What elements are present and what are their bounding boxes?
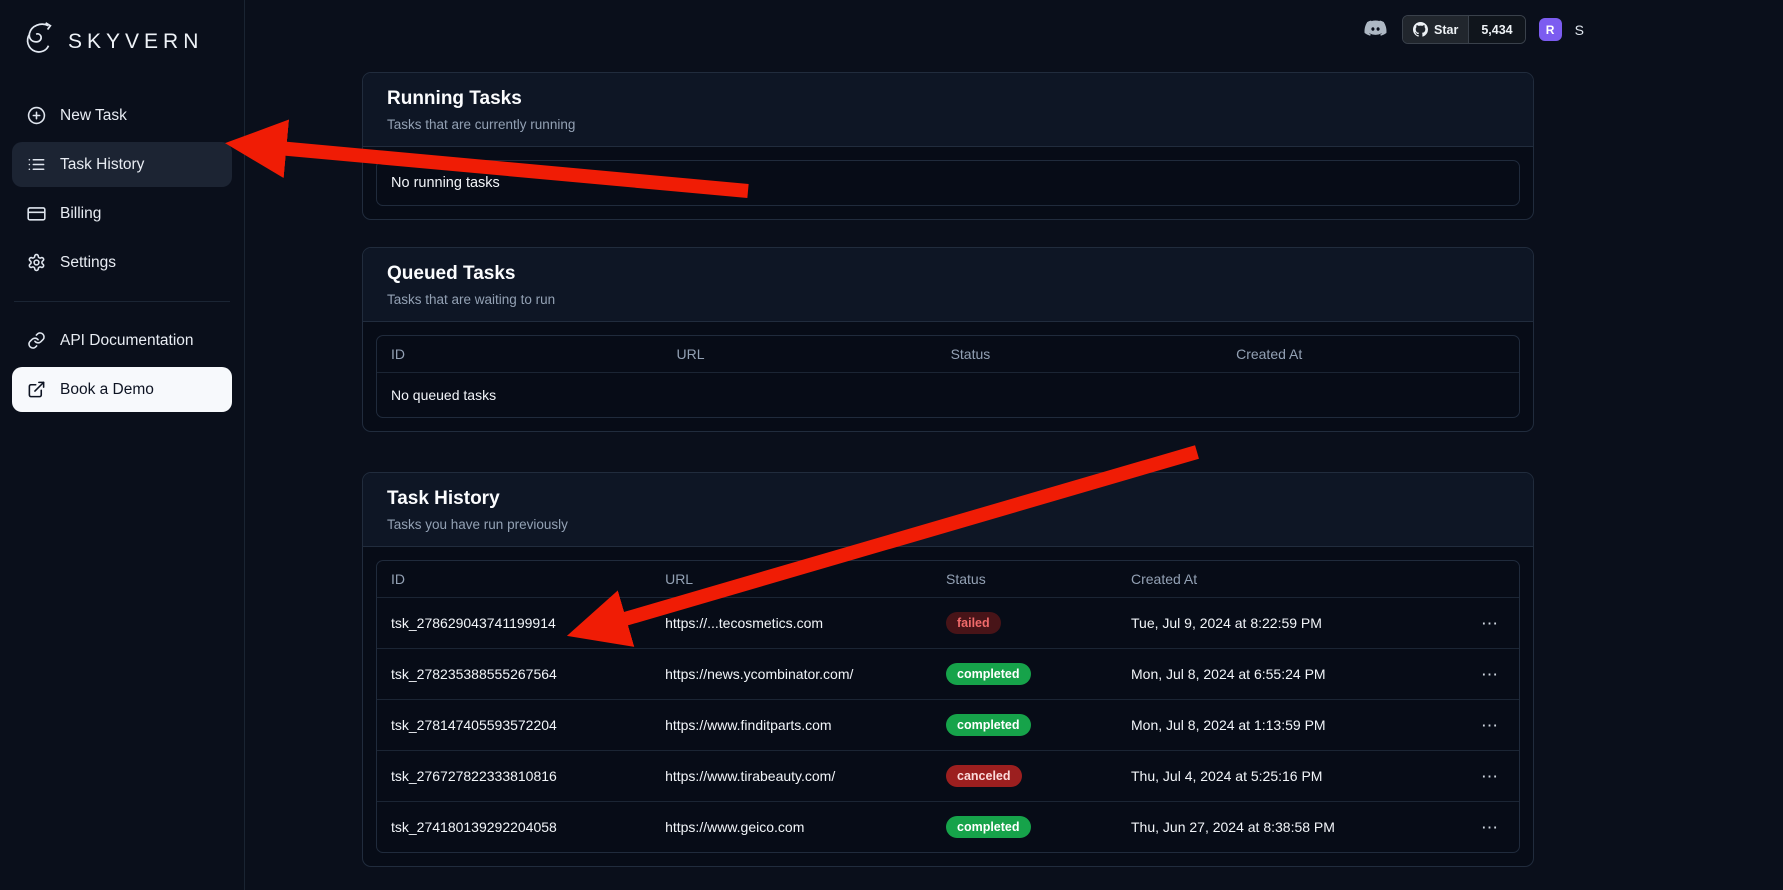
task-created-at: Mon, Jul 8, 2024 at 6:55:24 PM [1117, 649, 1450, 700]
queued-tasks-table: ID URL Status Created At No queued tasks [377, 336, 1519, 417]
task-history-card: Task History Tasks you have run previous… [362, 472, 1534, 867]
row-menu-button[interactable]: ⋯ [1481, 615, 1499, 632]
status-badge: canceled [946, 765, 1022, 787]
task-id: tsk_278235388555267564 [377, 649, 651, 700]
task-row[interactable]: tsk_274180139292204058 https://www.geico… [377, 802, 1519, 853]
avatar[interactable]: R [1539, 18, 1562, 41]
skyvern-logo-icon [20, 20, 58, 63]
github-star-button[interactable]: Star 5,434 [1402, 15, 1526, 44]
list-icon [27, 155, 46, 174]
running-tasks-content: No running tasks [363, 147, 1533, 219]
book-a-demo-label: Book a Demo [60, 381, 154, 399]
sidebar-item-label: Settings [60, 254, 116, 272]
task-url: https://www.geico.com [651, 802, 932, 853]
task-id: tsk_276727822333810816 [377, 751, 651, 802]
sidebar-item-label: New Task [60, 107, 127, 125]
credit-card-icon [27, 204, 46, 223]
brand-name: SKYVERN [68, 30, 203, 54]
row-menu-button[interactable]: ⋯ [1481, 666, 1499, 683]
queued-tasks-content: ID URL Status Created At No queued tasks [363, 322, 1533, 431]
task-url: https://...tecosmetics.com [651, 598, 932, 649]
task-history-header: Task History Tasks you have run previous… [363, 473, 1533, 547]
column-header-url: URL [651, 561, 932, 598]
external-link-icon [27, 380, 46, 399]
gear-icon [27, 253, 46, 272]
task-created-at: Thu, Jun 27, 2024 at 8:38:58 PM [1117, 802, 1450, 853]
task-url: https://www.finditparts.com [651, 700, 932, 751]
column-header-id: ID [377, 561, 651, 598]
queued-tasks-empty-state: No queued tasks [377, 373, 1519, 418]
status-badge: completed [946, 816, 1031, 838]
task-id: tsk_278147405593572204 [377, 700, 651, 751]
task-row[interactable]: tsk_278147405593572204 https://www.findi… [377, 700, 1519, 751]
link-icon [27, 331, 46, 350]
github-star-count: 5,434 [1468, 16, 1524, 43]
task-row[interactable]: tsk_278629043741199914 https://...tecosm… [377, 598, 1519, 649]
column-header-id: ID [377, 336, 663, 373]
running-tasks-subtitle: Tasks that are currently running [387, 117, 1509, 132]
status-badge: completed [946, 663, 1031, 685]
row-menu-button[interactable]: ⋯ [1481, 819, 1499, 836]
queued-tasks-title: Queued Tasks [387, 263, 1509, 285]
running-tasks-title: Running Tasks [387, 88, 1509, 110]
sidebar-item-label: Task History [60, 156, 144, 174]
github-icon [1413, 22, 1428, 37]
running-tasks-empty-state: No running tasks [377, 161, 1519, 205]
task-history-table: ID URL Status Created At tsk_27862904374… [377, 561, 1519, 852]
main-content: Running Tasks Tasks that are currently r… [362, 72, 1534, 867]
row-menu-button[interactable]: ⋯ [1481, 717, 1499, 734]
sidebar-divider [14, 301, 230, 302]
topbar-right: Star 5,434 R S [1362, 15, 1584, 44]
task-url: https://news.ycombinator.com/ [651, 649, 932, 700]
sidebar-item-api-documentation[interactable]: API Documentation [12, 318, 232, 363]
column-header-actions [1450, 561, 1519, 598]
queued-tasks-card: Queued Tasks Tasks that are waiting to r… [362, 247, 1534, 432]
discord-icon[interactable] [1362, 16, 1389, 43]
plus-circle-icon [27, 106, 46, 125]
column-header-status: Status [932, 561, 1117, 598]
status-badge: failed [946, 612, 1001, 634]
queued-empty-row: No queued tasks [377, 373, 1519, 418]
column-header-status: Status [937, 336, 1223, 373]
sidebar-item-label: Billing [60, 205, 101, 223]
task-history-content: ID URL Status Created At tsk_27862904374… [363, 547, 1533, 866]
skyvern-logo[interactable]: SKYVERN [12, 16, 232, 93]
task-created-at: Tue, Jul 9, 2024 at 8:22:59 PM [1117, 598, 1450, 649]
task-history-title: Task History [387, 488, 1509, 510]
sidebar-item-settings[interactable]: Settings [12, 240, 232, 285]
task-row[interactable]: tsk_276727822333810816 https://www.tirab… [377, 751, 1519, 802]
sidebar-item-new-task[interactable]: New Task [12, 93, 232, 138]
sidebar: SKYVERN New Task Task History Billing Se… [0, 0, 245, 890]
clipped-username-text: S [1575, 22, 1584, 38]
task-created-at: Thu, Jul 4, 2024 at 5:25:16 PM [1117, 751, 1450, 802]
sidebar-item-billing[interactable]: Billing [12, 191, 232, 236]
status-badge: completed [946, 714, 1031, 736]
running-tasks-card: Running Tasks Tasks that are currently r… [362, 72, 1534, 220]
task-created-at: Mon, Jul 8, 2024 at 1:13:59 PM [1117, 700, 1450, 751]
book-a-demo-button[interactable]: Book a Demo [12, 367, 232, 412]
github-star-label: Star [1434, 23, 1458, 37]
column-header-created-at: Created At [1117, 561, 1450, 598]
running-tasks-header: Running Tasks Tasks that are currently r… [363, 73, 1533, 147]
column-header-url: URL [663, 336, 937, 373]
queued-tasks-header: Queued Tasks Tasks that are waiting to r… [363, 248, 1533, 322]
task-history-subtitle: Tasks you have run previously [387, 517, 1509, 532]
column-header-created-at: Created At [1222, 336, 1519, 373]
task-row[interactable]: tsk_278235388555267564 https://news.ycom… [377, 649, 1519, 700]
queued-tasks-subtitle: Tasks that are waiting to run [387, 292, 1509, 307]
task-id: tsk_278629043741199914 [377, 598, 651, 649]
row-menu-button[interactable]: ⋯ [1481, 768, 1499, 785]
sidebar-item-label: API Documentation [60, 332, 194, 350]
sidebar-item-task-history[interactable]: Task History [12, 142, 232, 187]
task-url: https://www.tirabeauty.com/ [651, 751, 932, 802]
task-id: tsk_274180139292204058 [377, 802, 651, 853]
